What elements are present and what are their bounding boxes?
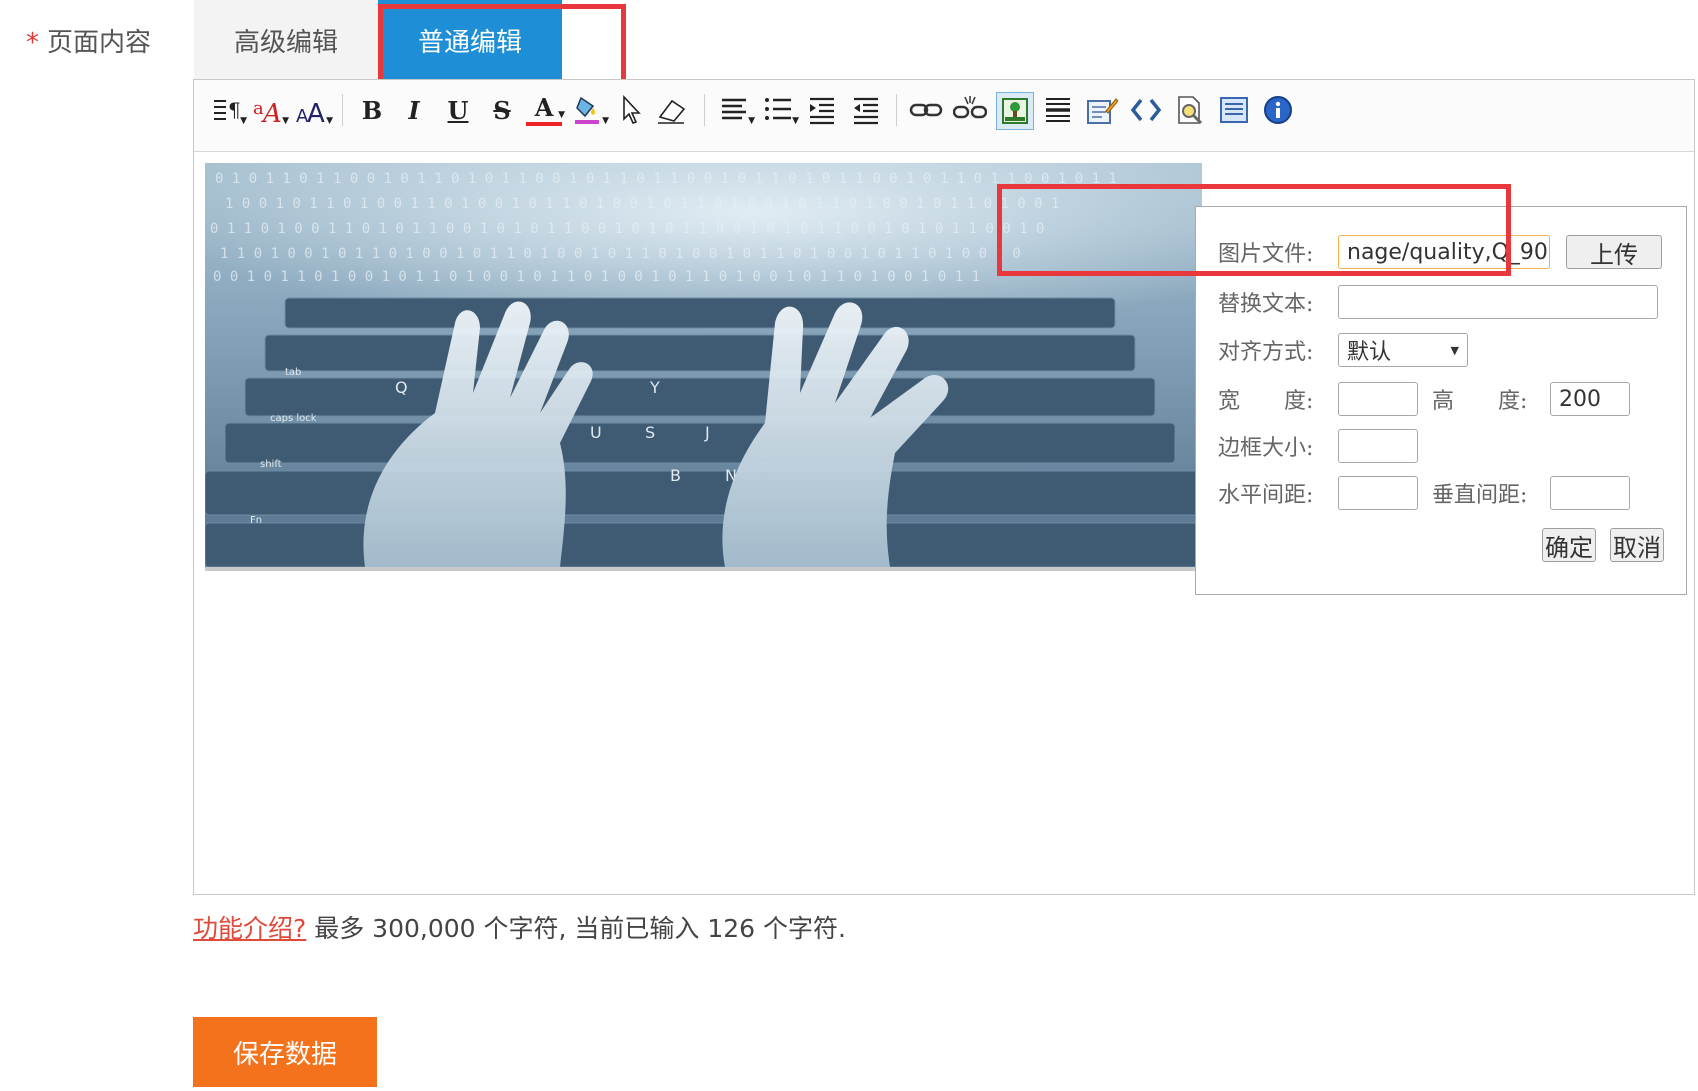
- strikethrough-icon[interactable]: S: [484, 92, 520, 128]
- remove-format-icon[interactable]: [654, 92, 690, 128]
- svg-text:1 0 0 1 0 1 1 0 1 0 0 1 1 0 1: 1 0 0 1 0 1 1 0 1 0 0 1 1 0 1 0 0 1 0 1 …: [225, 196, 1059, 212]
- image-file-label: 图片文件:: [1218, 242, 1314, 267]
- char-count-text: 最多 300,000 个字符, 当前已输入 126 个字符.: [314, 914, 846, 943]
- insert-image-icon[interactable]: [996, 92, 1034, 130]
- rich-text-editor: ¶ ▼ a A ▼ A A ▼ B I U S A ▼ ▼ ▼ ▼ 0 1 0 …: [193, 79, 1695, 895]
- svg-text:0 0 1 0 1 1 0 1 0 0 1 0 1 1 0: 0 0 1 0 1 1 0 1 0 0 1 0 1 1 0 1 0 0 1 0 …: [213, 269, 980, 285]
- svg-text:A: A: [261, 99, 282, 126]
- font-size-icon[interactable]: A A ▼: [294, 92, 333, 128]
- ok-button[interactable]: 确定: [1542, 528, 1596, 562]
- save-button[interactable]: 保存数据: [193, 1017, 377, 1087]
- hspace-input[interactable]: [1338, 476, 1418, 510]
- fullscreen-icon[interactable]: [1216, 92, 1252, 128]
- svg-text:S: S: [645, 423, 655, 442]
- vspace-label: 垂直间距:: [1432, 483, 1528, 508]
- font-family-icon[interactable]: a A ▼: [250, 92, 289, 128]
- highlight-color-icon[interactable]: ▼: [570, 92, 609, 128]
- indent-icon[interactable]: [804, 92, 840, 128]
- font-color-icon[interactable]: A ▼: [526, 92, 565, 126]
- outdent-icon[interactable]: [848, 92, 884, 128]
- editor-tabs: 高级编辑 普通编辑: [194, 0, 562, 80]
- svg-text:Fn: Fn: [250, 515, 262, 526]
- align-icon[interactable]: ▼: [716, 92, 755, 128]
- border-label: 边框大小:: [1218, 436, 1314, 461]
- bold-icon[interactable]: B: [354, 92, 390, 128]
- size-row: 宽 度: 高 度: 200: [1218, 380, 1630, 418]
- svg-text:A: A: [307, 99, 325, 126]
- toolbar-separator: [342, 94, 343, 126]
- alt-text-row: 替换文本:: [1218, 283, 1658, 321]
- svg-text:¶: ¶: [228, 98, 241, 122]
- svg-text:U: U: [590, 423, 602, 442]
- svg-text:caps lock: caps lock: [270, 413, 317, 424]
- underline-icon[interactable]: U: [440, 92, 476, 128]
- about-icon[interactable]: [1260, 92, 1296, 128]
- tab-normal-edit[interactable]: 普通编辑: [378, 0, 562, 80]
- height-label: 高 度:: [1432, 389, 1528, 414]
- alt-text-input[interactable]: [1338, 285, 1658, 319]
- editor-toolbar: ¶ ▼ a A ▼ A A ▼ B I U S A ▼ ▼ ▼ ▼: [194, 80, 1694, 152]
- ordered-list-icon[interactable]: ▼: [760, 92, 799, 128]
- svg-text:1 1 0 1 0 0 1 0 1 1 0 1 0 0 1: 1 1 0 1 0 0 1 0 1 1 0 1 0 0 1 0 1 1 0 1 …: [220, 246, 1021, 262]
- field-label-text: 页面内容: [47, 28, 152, 58]
- width-input[interactable]: [1338, 382, 1418, 416]
- toolbar-separator: [896, 94, 897, 126]
- spacing-row: 水平间距: 垂直间距:: [1218, 474, 1630, 512]
- svg-text:B: B: [670, 466, 681, 485]
- width-label: 宽 度:: [1218, 389, 1314, 414]
- horizontal-rule-icon[interactable]: [1040, 92, 1076, 128]
- svg-text:0 1 1 0 1 0 0 1 1 0 1 0 1 1 0: 0 1 1 0 1 0 0 1 1 0 1 0 1 1 0 0 1 0 1 0 …: [210, 221, 1044, 237]
- cancel-button[interactable]: 取消: [1610, 528, 1664, 562]
- field-label: * 页面内容: [26, 22, 151, 59]
- border-row: 边框大小:: [1218, 427, 1418, 465]
- image-file-row: 图片文件: nage/quality,Q_90 上传: [1218, 233, 1662, 271]
- align-select[interactable]: 默认 ▼: [1338, 333, 1468, 367]
- align-row: 对齐方式: 默认 ▼: [1218, 331, 1468, 369]
- image-file-input[interactable]: nage/quality,Q_90: [1338, 235, 1550, 269]
- editor-help-text: 功能介绍? 最多 300,000 个字符, 当前已输入 126 个字符.: [193, 909, 846, 945]
- vspace-input[interactable]: [1550, 476, 1630, 510]
- paragraph-format-icon[interactable]: ¶ ▼: [208, 92, 247, 128]
- border-input[interactable]: [1338, 429, 1418, 463]
- content-image[interactable]: 0 1 0 1 1 0 1 1 0 0 1 0 1 1 0 1 0 1 1 0 …: [205, 163, 1202, 571]
- align-label: 对齐方式:: [1218, 340, 1314, 365]
- source-code-icon[interactable]: [1128, 92, 1164, 128]
- help-link[interactable]: 功能介绍?: [193, 914, 306, 943]
- align-selected-value: 默认: [1347, 340, 1392, 365]
- keyboard-hands-picture: 0 1 0 1 1 0 1 1 0 0 1 0 1 1 0 1 0 1 1 0 …: [205, 163, 1202, 567]
- required-mark: *: [26, 28, 39, 58]
- tab-advanced-edit[interactable]: 高级编辑: [194, 0, 378, 80]
- svg-text:0 1 0 1 1 0 1 1 0 0 1 0 1 1 0: 0 1 0 1 1 0 1 1 0 0 1 0 1 1 0 1 0 1 1 0 …: [215, 171, 1117, 187]
- svg-text:J: J: [704, 423, 710, 442]
- svg-text:tab: tab: [285, 367, 301, 378]
- chevron-down-icon: ▼: [1450, 343, 1459, 357]
- svg-text:shift: shift: [260, 459, 282, 470]
- preview-icon[interactable]: [1172, 92, 1208, 128]
- image-properties-dialog: 图片文件: nage/quality,Q_90 上传 替换文本: 对齐方式: 默…: [1195, 206, 1687, 595]
- unlink-icon[interactable]: [952, 92, 988, 128]
- select-all-icon[interactable]: [614, 92, 650, 128]
- height-input[interactable]: 200: [1550, 382, 1630, 416]
- upload-button[interactable]: 上传: [1566, 235, 1662, 269]
- svg-text:Y: Y: [649, 378, 660, 397]
- edit-table-icon[interactable]: [1084, 92, 1120, 128]
- link-icon[interactable]: [908, 92, 944, 128]
- italic-icon[interactable]: I: [396, 92, 432, 128]
- svg-text:Q: Q: [395, 378, 408, 397]
- hspace-label: 水平间距:: [1218, 483, 1314, 508]
- toolbar-separator: [704, 94, 705, 126]
- alt-text-label: 替换文本:: [1218, 292, 1314, 317]
